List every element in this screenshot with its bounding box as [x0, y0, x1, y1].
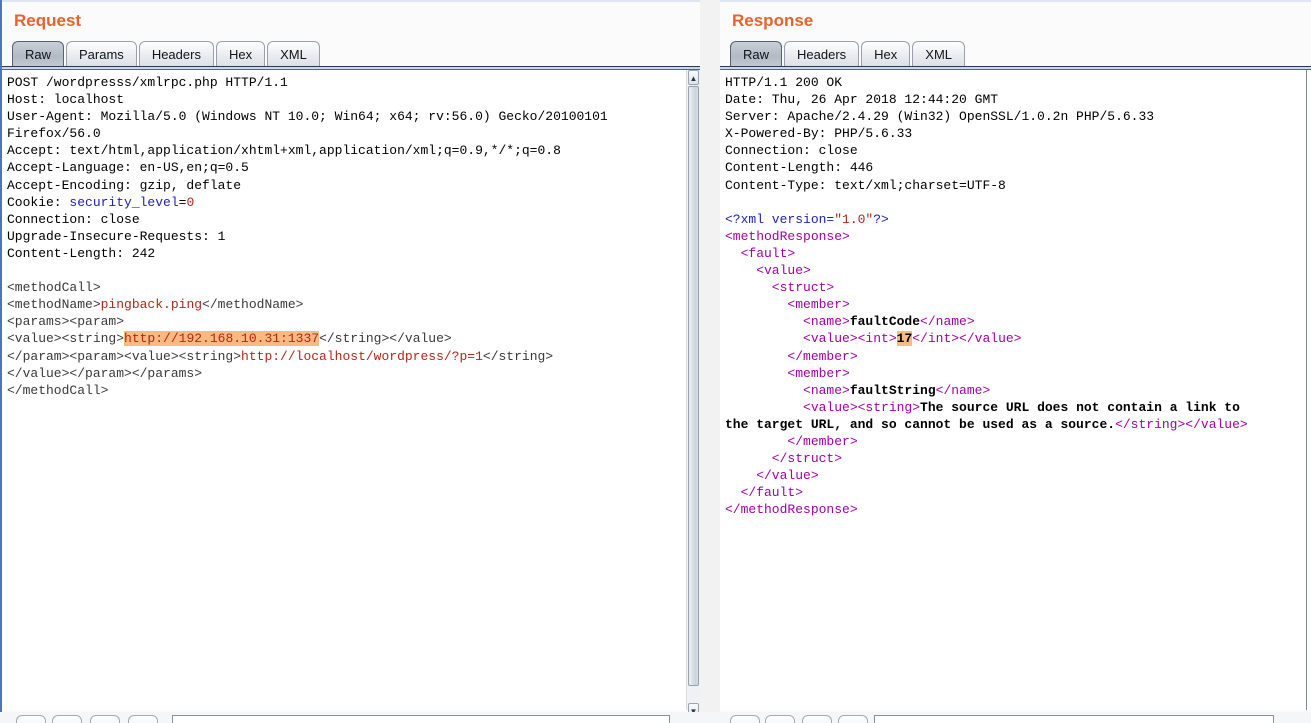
tab-xml[interactable]: XML	[912, 41, 965, 66]
code-line: Accept-Language: en-US,en;q=0.5	[7, 159, 684, 176]
response-editor[interactable]: HTTP/1.1 200 OKDate: Thu, 26 Apr 2018 12…	[720, 70, 1307, 710]
code-line: </fault>	[725, 484, 1304, 501]
request-search-input[interactable]	[172, 715, 670, 723]
code-line: Content-Type: text/xml;charset=UTF-8	[725, 177, 1304, 194]
code-line: Content-Length: 446	[725, 159, 1304, 176]
request-tabs: RawParamsHeadersHexXML	[2, 38, 700, 66]
code-line: <member>	[725, 296, 1304, 313]
response-panel-title: Response	[720, 2, 1311, 38]
code-line: <methodCall>	[7, 279, 684, 296]
tab-params[interactable]: Params	[66, 41, 137, 66]
code-line: <struct>	[725, 279, 1304, 296]
code-line: </value>	[725, 467, 1304, 484]
request-search-button-1[interactable]	[16, 715, 46, 723]
code-line: User-Agent: Mozilla/5.0 (Windows NT 10.0…	[7, 108, 684, 125]
code-line: <value><string>http://192.168.10.31:1337…	[7, 330, 684, 347]
code-line: X-Powered-By: PHP/5.6.33	[725, 125, 1304, 142]
response-tabs: RawHeadersHexXML	[720, 38, 1311, 66]
code-line: <value><string>The source URL does not c…	[725, 399, 1304, 416]
code-line: </struct>	[725, 450, 1304, 467]
code-line: <?xml version="1.0"?>	[725, 211, 1304, 228]
code-line: POST /wordpresss/xmlrpc.php HTTP/1.1	[7, 74, 684, 91]
code-line: </member>	[725, 433, 1304, 450]
request-vertical-scrollbar[interactable]: ▲ ▼	[686, 70, 700, 710]
tab-hex[interactable]: Hex	[216, 41, 265, 66]
response-search-button-1[interactable]	[730, 715, 760, 723]
code-line	[725, 194, 1304, 211]
code-line: </member>	[725, 348, 1304, 365]
tab-raw[interactable]: Raw	[12, 41, 64, 66]
code-line: </methodCall>	[7, 382, 684, 399]
code-line: Firefox/56.0	[7, 125, 684, 142]
request-panel: Request RawParamsHeadersHexXML POST /wor…	[2, 2, 700, 712]
response-panel: Response RawHeadersHexXML HTTP/1.1 200 O…	[720, 2, 1311, 712]
code-line: Connection: close	[725, 142, 1304, 159]
code-line: </methodResponse>	[725, 501, 1304, 518]
request-editor[interactable]: POST /wordpresss/xmlrpc.php HTTP/1.1Host…	[2, 70, 686, 710]
code-line: Accept: text/html,application/xhtml+xml,…	[7, 142, 684, 159]
response-search-button-3[interactable]	[802, 715, 832, 723]
panel-divider	[700, 0, 720, 712]
request-search-button-3[interactable]	[90, 715, 120, 723]
code-line: <value>	[725, 262, 1304, 279]
code-line: Date: Thu, 26 Apr 2018 12:44:20 GMT	[725, 91, 1304, 108]
response-search-input[interactable]	[874, 715, 1274, 723]
scroll-up-arrow-icon[interactable]: ▲	[688, 70, 699, 85]
code-line: <methodResponse>	[725, 228, 1304, 245]
code-line: </param><param><value><string>http://loc…	[7, 348, 684, 365]
code-line: <name>faultCode</name>	[725, 313, 1304, 330]
tab-headers[interactable]: Headers	[139, 41, 214, 66]
code-line: Upgrade-Insecure-Requests: 1	[7, 228, 684, 245]
response-search-button-4[interactable]	[838, 715, 868, 723]
tab-xml[interactable]: XML	[267, 41, 320, 66]
code-line: Cookie: security_level=0	[7, 194, 684, 211]
response-editor-wrap: HTTP/1.1 200 OKDate: Thu, 26 Apr 2018 12…	[720, 70, 1311, 710]
code-line: Server: Apache/2.4.29 (Win32) OpenSSL/1.…	[725, 108, 1304, 125]
code-line: <methodName>pingback.ping</methodName>	[7, 296, 684, 313]
code-line: <name>faultString</name>	[725, 382, 1304, 399]
tab-raw[interactable]: Raw	[730, 41, 782, 66]
code-line: <value><int>17</int></value>	[725, 330, 1304, 347]
code-line: Content-Length: 242	[7, 245, 684, 262]
request-search-button-4[interactable]	[128, 715, 158, 723]
code-line: </value></param></params>	[7, 365, 684, 382]
code-line: <params><param>	[7, 313, 684, 330]
request-editor-wrap: POST /wordpresss/xmlrpc.php HTTP/1.1Host…	[2, 70, 700, 710]
code-line: <fault>	[725, 245, 1304, 262]
request-panel-title: Request	[2, 2, 700, 38]
code-line: the target URL, and so cannot be used as…	[725, 416, 1304, 433]
code-line: Accept-Encoding: gzip, deflate	[7, 177, 684, 194]
search-footer	[0, 712, 1311, 723]
scrollbar-thumb[interactable]	[688, 86, 699, 686]
code-line	[7, 262, 684, 279]
request-search-button-2[interactable]	[52, 715, 82, 723]
code-line: Host: localhost	[7, 91, 684, 108]
response-search-button-2[interactable]	[765, 715, 795, 723]
code-line: <member>	[725, 365, 1304, 382]
code-line: Connection: close	[7, 211, 684, 228]
tab-hex[interactable]: Hex	[861, 41, 910, 66]
code-line: HTTP/1.1 200 OK	[725, 74, 1304, 91]
tab-headers[interactable]: Headers	[784, 41, 859, 66]
